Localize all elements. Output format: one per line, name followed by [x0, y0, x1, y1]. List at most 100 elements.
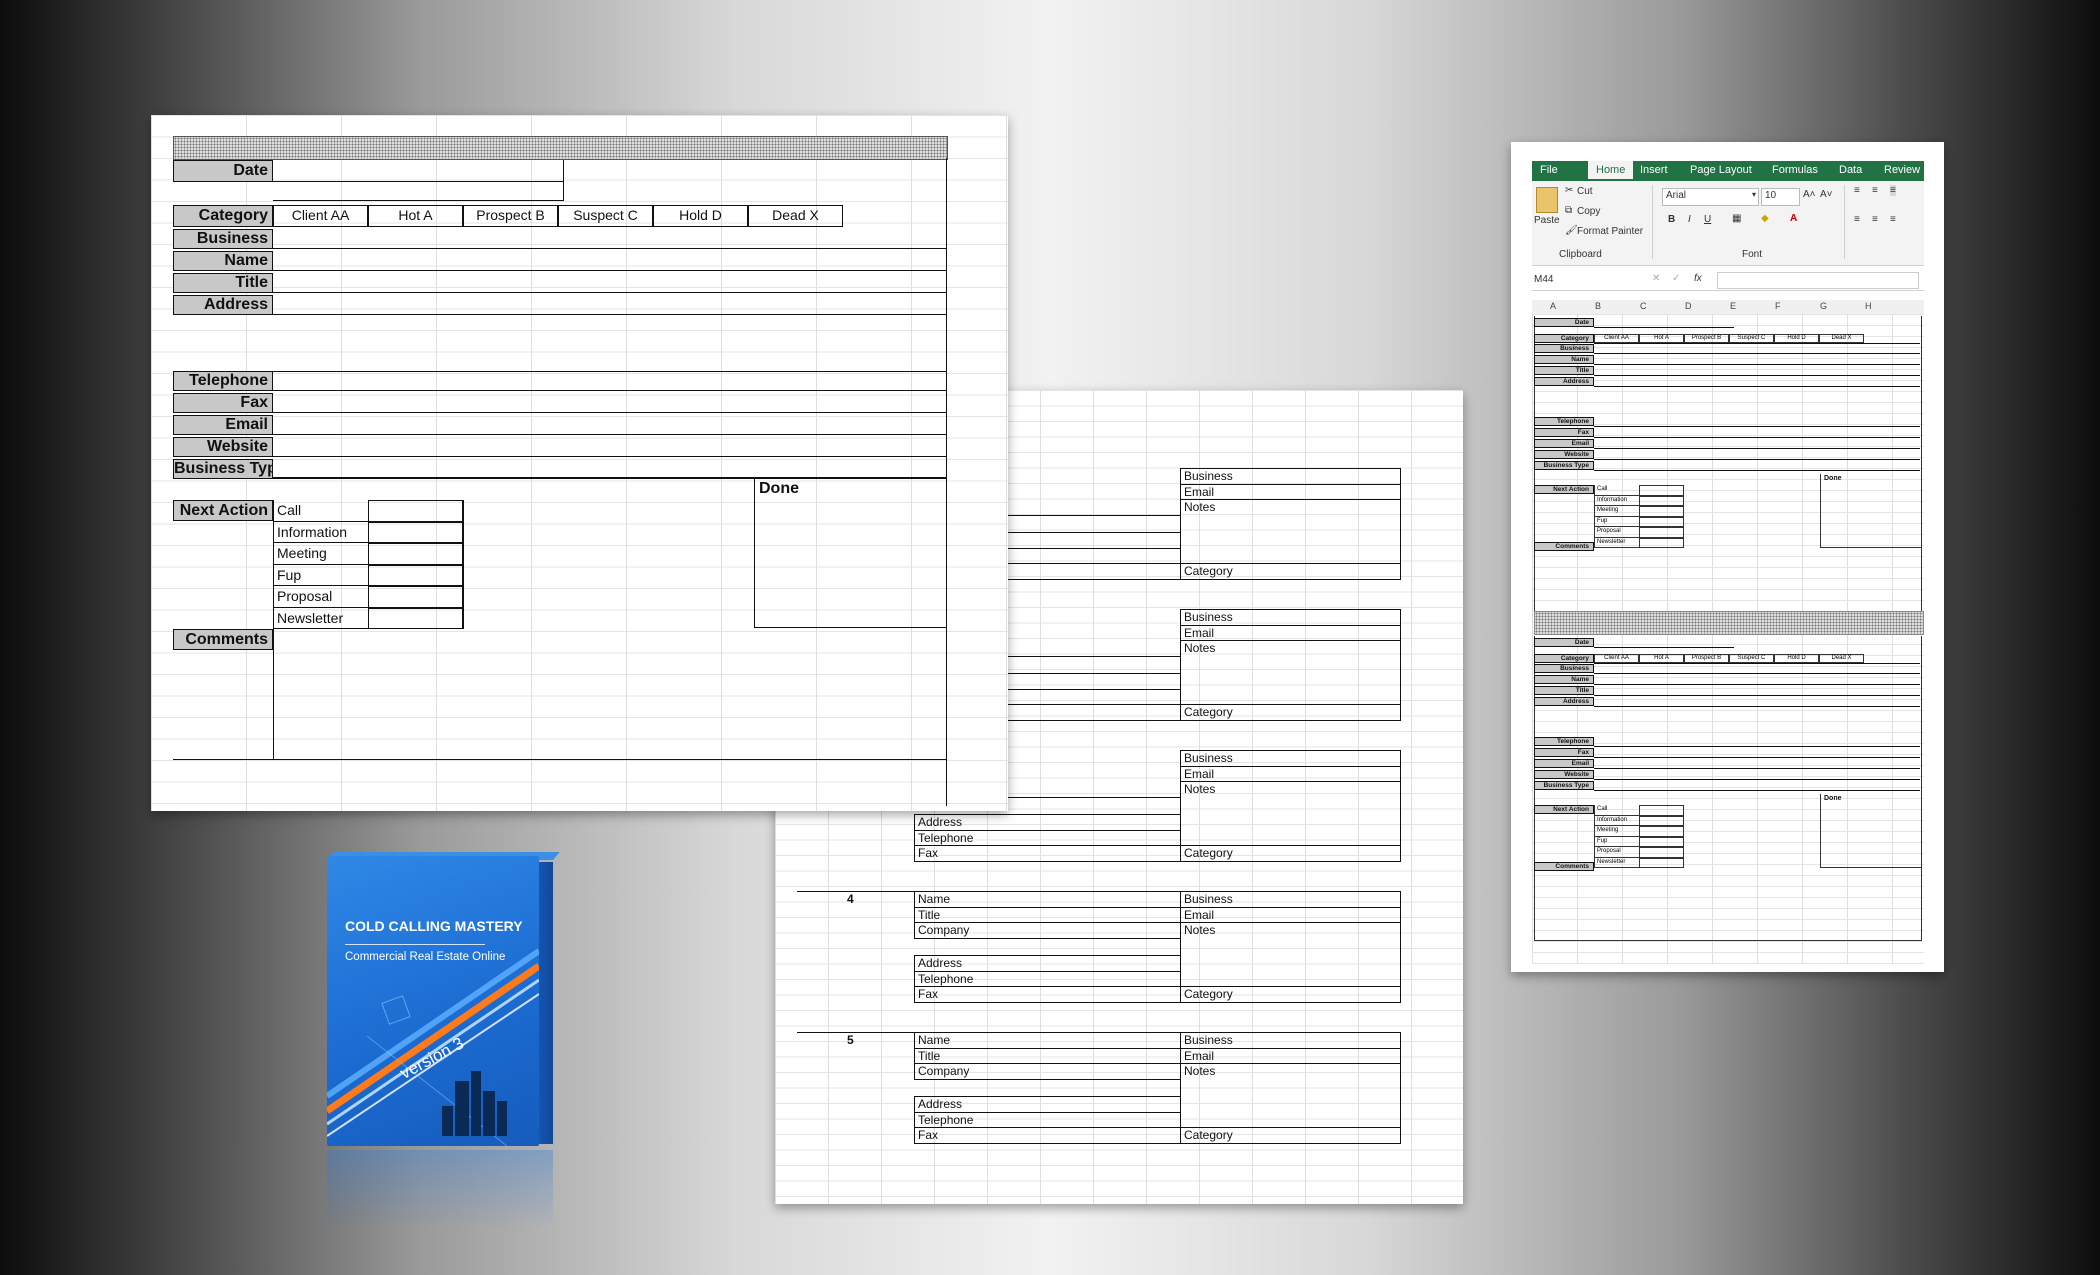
telephone-field[interactable]: [275, 371, 943, 389]
align-bottom-icon[interactable]: ≡: [1890, 185, 1896, 196]
mini-action-checkbox[interactable]: [1639, 826, 1684, 837]
fax-field[interactable]: [275, 393, 943, 411]
mini-category-option[interactable]: Hold D: [1774, 334, 1819, 343]
underline-button[interactable]: U: [1704, 214, 1711, 225]
mini-category-option[interactable]: Hot A: [1639, 654, 1684, 663]
name-box[interactable]: M44: [1534, 274, 1553, 285]
tab-review[interactable]: Review: [1884, 164, 1920, 176]
list-field[interactable]: Category: [1180, 845, 1401, 861]
align-left-icon[interactable]: ≡: [1854, 214, 1860, 225]
list-field[interactable]: Name: [914, 891, 1180, 907]
list-field[interactable]: Business: [1180, 468, 1401, 484]
formula-input[interactable]: [1717, 272, 1919, 289]
list-field[interactable]: Company: [914, 922, 1180, 938]
mini-action-checkbox[interactable]: [1639, 485, 1684, 496]
paste-icon[interactable]: [1536, 187, 1558, 213]
business-field[interactable]: [275, 229, 943, 247]
list-field[interactable]: Category: [1180, 704, 1401, 720]
list-field[interactable]: Category: [1180, 1127, 1401, 1143]
mini-action-checkbox[interactable]: [1639, 495, 1684, 506]
mini-done-box[interactable]: [1820, 474, 1921, 548]
list-field[interactable]: Fax: [914, 845, 1180, 861]
function-icon[interactable]: fx: [1694, 273, 1702, 284]
business-type-field[interactable]: [275, 459, 943, 477]
font-name-select[interactable]: Arial ▾: [1662, 188, 1759, 206]
date-field[interactable]: [275, 161, 561, 181]
list-field[interactable]: Telephone: [914, 829, 1180, 845]
list-field[interactable]: Notes: [1180, 640, 1401, 704]
fill-color-icon[interactable]: ◆: [1761, 213, 1769, 224]
list-field[interactable]: Email: [1180, 765, 1401, 781]
list-field[interactable]: Address: [914, 955, 1180, 971]
column-header[interactable]: D: [1685, 301, 1692, 311]
mini-category-option[interactable]: Hold D: [1774, 654, 1819, 663]
column-header[interactable]: C: [1640, 301, 1647, 311]
email-field[interactable]: [275, 415, 943, 433]
bold-button[interactable]: B: [1668, 214, 1675, 225]
column-header[interactable]: G: [1820, 301, 1827, 311]
scissors-icon[interactable]: ✂: [1565, 185, 1573, 196]
category-option[interactable]: Suspect C: [558, 205, 653, 227]
mini-category-option[interactable]: Client AA: [1594, 654, 1639, 663]
tab-file[interactable]: File: [1540, 164, 1558, 176]
mini-action-checkbox[interactable]: [1639, 847, 1684, 858]
list-field[interactable]: Email: [1180, 1047, 1401, 1063]
category-option[interactable]: Dead X: [748, 205, 843, 227]
mini-action-checkbox[interactable]: [1639, 506, 1684, 517]
category-option[interactable]: Hot A: [368, 205, 463, 227]
mini-category-option[interactable]: Hot A: [1639, 334, 1684, 343]
list-field[interactable]: Email: [1180, 624, 1401, 640]
cancel-icon[interactable]: ✕: [1652, 273, 1660, 284]
list-field[interactable]: Title: [914, 1047, 1180, 1063]
next-action-checkbox[interactable]: [368, 543, 463, 565]
list-field[interactable]: Fax: [914, 1127, 1180, 1143]
list-field[interactable]: Business: [1180, 891, 1401, 907]
mini-category-option[interactable]: Suspect C: [1729, 334, 1774, 343]
list-field[interactable]: Email: [1180, 483, 1401, 499]
mini-action-checkbox[interactable]: [1639, 805, 1684, 816]
list-field[interactable]: Company: [914, 1063, 1180, 1079]
next-action-checkbox[interactable]: [368, 564, 463, 586]
align-center-icon[interactable]: ≡: [1872, 214, 1878, 225]
italic-button[interactable]: I: [1688, 214, 1691, 225]
mini-action-checkbox[interactable]: [1639, 527, 1684, 538]
font-color-icon[interactable]: A: [1790, 213, 1797, 224]
list-field[interactable]: Business: [1180, 1032, 1401, 1048]
list-field[interactable]: Address: [914, 814, 1180, 830]
grow-font-icon[interactable]: A˄: [1803, 189, 1816, 200]
column-header[interactable]: H: [1865, 301, 1872, 311]
copy-button[interactable]: Copy: [1577, 206, 1600, 217]
mini-action-checkbox[interactable]: [1639, 857, 1684, 868]
column-header[interactable]: F: [1775, 301, 1781, 311]
category-option[interactable]: Prospect B: [463, 205, 558, 227]
mini-category-option[interactable]: Dead X: [1819, 334, 1864, 343]
category-option[interactable]: Client AA: [273, 205, 368, 227]
next-action-checkbox[interactable]: [368, 607, 463, 629]
brush-icon[interactable]: 🖌: [1565, 225, 1578, 236]
list-field[interactable]: Category: [1180, 563, 1401, 579]
title-field[interactable]: [275, 273, 943, 291]
list-field[interactable]: Category: [1180, 986, 1401, 1002]
comments-field[interactable]: [275, 629, 945, 757]
next-action-checkbox[interactable]: [368, 586, 463, 608]
list-field[interactable]: Name: [914, 1032, 1180, 1048]
mini-action-checkbox[interactable]: [1639, 516, 1684, 527]
tab-home[interactable]: Home: [1588, 161, 1634, 179]
address-field[interactable]: [275, 295, 943, 313]
mini-action-checkbox[interactable]: [1639, 537, 1684, 548]
mini-category-option[interactable]: Prospect B: [1684, 334, 1729, 343]
column-header[interactable]: E: [1730, 301, 1736, 311]
borders-icon[interactable]: ▦: [1732, 213, 1741, 224]
list-field[interactable]: Business: [1180, 750, 1401, 766]
tab-insert[interactable]: Insert: [1640, 164, 1668, 176]
list-field[interactable]: Telephone: [914, 1111, 1180, 1127]
next-action-checkbox[interactable]: [368, 521, 463, 543]
mini-category-option[interactable]: Prospect B: [1684, 654, 1729, 663]
align-top-icon[interactable]: ≡: [1854, 185, 1860, 196]
list-field[interactable]: Email: [1180, 906, 1401, 922]
list-field[interactable]: Business: [1180, 609, 1401, 625]
cut-button[interactable]: Cut: [1577, 186, 1593, 197]
column-header[interactable]: A: [1550, 301, 1556, 311]
list-field[interactable]: Notes: [1180, 1063, 1401, 1127]
copy-icon[interactable]: ⧉: [1565, 205, 1572, 216]
